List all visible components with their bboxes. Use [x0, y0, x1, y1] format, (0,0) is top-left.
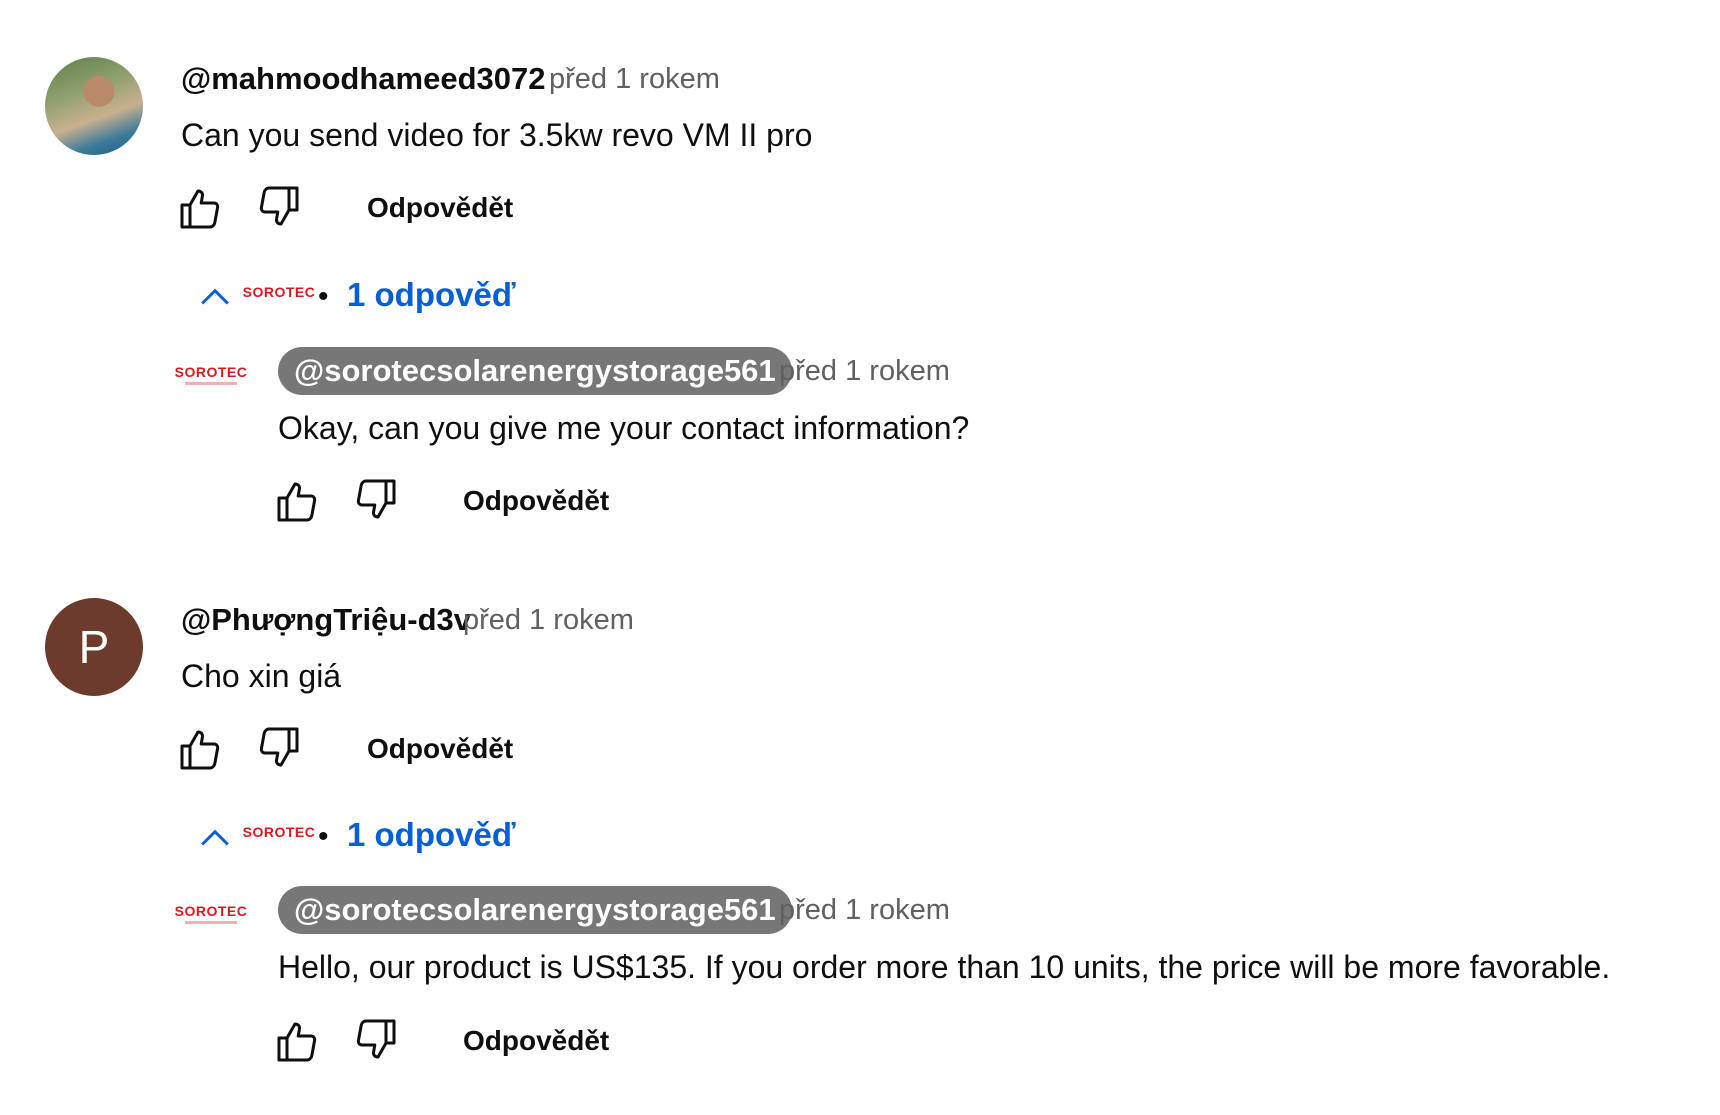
thumb-down-icon — [255, 723, 303, 771]
like-button[interactable] — [174, 724, 226, 776]
separator-dot: • — [318, 280, 329, 313]
reply-button[interactable]: Odpovědět — [367, 733, 513, 765]
separator-dot: • — [318, 820, 329, 853]
thumb-up-icon — [176, 726, 224, 774]
like-button[interactable] — [174, 183, 226, 235]
replies-toggle[interactable] — [193, 817, 237, 866]
replies-toggle[interactable] — [193, 276, 237, 325]
avatar[interactable]: P — [45, 598, 143, 696]
reply-button[interactable]: Odpovědět — [463, 485, 609, 517]
reply-avatar[interactable]: SOROTEC — [175, 363, 247, 387]
reply-avatar[interactable]: SOROTEC — [175, 902, 247, 926]
comment-author[interactable]: @mahmoodhameed3072 — [181, 61, 545, 97]
thumb-down-icon — [255, 182, 303, 230]
chevron-up-icon — [201, 829, 229, 846]
reply-text: Okay, can you give me your contact infor… — [278, 410, 970, 446]
comment-time[interactable]: před 1 rokem — [463, 604, 634, 637]
comment-time[interactable]: před 1 rokem — [549, 63, 720, 96]
dislike-button[interactable] — [253, 721, 305, 773]
reply-time[interactable]: před 1 rokem — [779, 355, 950, 388]
like-button[interactable] — [271, 1016, 323, 1068]
reply-author-chip[interactable]: @sorotecsolarenergystorage561 — [278, 886, 792, 934]
replies-count-link[interactable]: 1 odpověď — [347, 816, 516, 854]
comment-text: Can you send video for 3.5kw revo VM II … — [181, 117, 813, 153]
reply-author: @sorotecsolarenergystorage561 — [294, 892, 776, 927]
dislike-button[interactable] — [350, 1013, 402, 1065]
chevron-up-icon — [201, 288, 229, 305]
avatar-letter: P — [78, 621, 110, 673]
thumb-up-icon — [176, 185, 224, 233]
reply-text: Hello, our product is US$135. If you ord… — [278, 949, 1611, 985]
like-button[interactable] — [271, 476, 323, 528]
reply-author: @sorotecsolarenergystorage561 — [294, 353, 776, 388]
thumb-up-icon — [273, 478, 321, 526]
logo-tagline — [185, 382, 237, 385]
thumb-up-icon — [273, 1018, 321, 1066]
thumb-down-icon — [352, 1015, 400, 1063]
reply-author-chip[interactable]: @sorotecsolarenergystorage561 — [278, 347, 792, 395]
reply-button[interactable]: Odpovědět — [367, 192, 513, 224]
reply-button[interactable]: Odpovědět — [463, 1025, 609, 1057]
reply-time[interactable]: před 1 rokem — [779, 894, 950, 927]
comment-text: Cho xin giá — [181, 658, 342, 694]
channel-logo: SOROTEC — [242, 284, 316, 300]
logo-tagline — [185, 921, 237, 924]
thumb-down-icon — [352, 475, 400, 523]
dislike-button[interactable] — [253, 180, 305, 232]
channel-logo: SOROTEC — [242, 824, 316, 840]
replies-count-link[interactable]: 1 odpověď — [347, 276, 516, 314]
avatar[interactable] — [45, 57, 143, 155]
comment-author[interactable]: @PhượngTriệu-d3v — [181, 602, 471, 638]
dislike-button[interactable] — [350, 473, 402, 525]
